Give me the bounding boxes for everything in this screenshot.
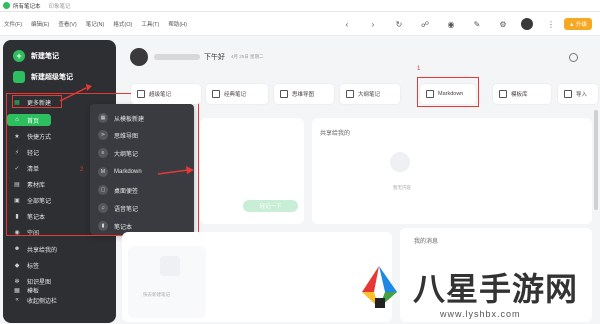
card-markdown[interactable]: Markdown [420, 84, 476, 104]
greeting-row: 下午好 4月 25日 星期二 [130, 48, 264, 66]
user-avatar[interactable] [130, 48, 148, 66]
markdown-icon [426, 90, 434, 98]
shared-empty-text: 暂无内容 [393, 185, 411, 190]
card-import[interactable]: 导入 [558, 84, 598, 104]
quick-create-text: 快去新建笔记 [143, 292, 170, 297]
watermark: 八星手游网 [352, 262, 578, 312]
card-outline[interactable]: 大纲笔记 [340, 84, 400, 104]
settings-icon[interactable] [569, 53, 578, 62]
greeting-text: 下午好 [204, 54, 225, 61]
outline-icon [346, 90, 354, 98]
card-template-library[interactable]: 模板库 [493, 84, 551, 104]
card-classic-note[interactable]: 经典笔记 [206, 84, 268, 104]
card-super-note[interactable]: 超级笔记 [131, 84, 201, 104]
import-icon [564, 90, 572, 98]
note-icon [212, 90, 220, 98]
user-name-blurred [154, 54, 200, 60]
card-mindmap[interactable]: 思维导图 [274, 84, 334, 104]
watermark-text: 八星手游网 [413, 271, 579, 307]
shared-title: 共享给我的 [320, 131, 351, 137]
note-illustration [160, 256, 180, 276]
mindmap-icon [280, 90, 288, 98]
quick-note-button[interactable]: 轻记一下 [243, 200, 298, 212]
scrollbar[interactable] [594, 110, 598, 210]
messages-title: 我的消息 [414, 239, 439, 245]
greeting-date: 4月 25日 星期二 [231, 54, 264, 59]
shared-panel [312, 118, 592, 224]
super-note-icon [137, 90, 145, 98]
watermark-logo-icon [362, 266, 397, 308]
watermark-url: www.lyshbx.com [440, 309, 521, 319]
empty-illustration [390, 152, 410, 172]
template-icon [499, 90, 507, 98]
